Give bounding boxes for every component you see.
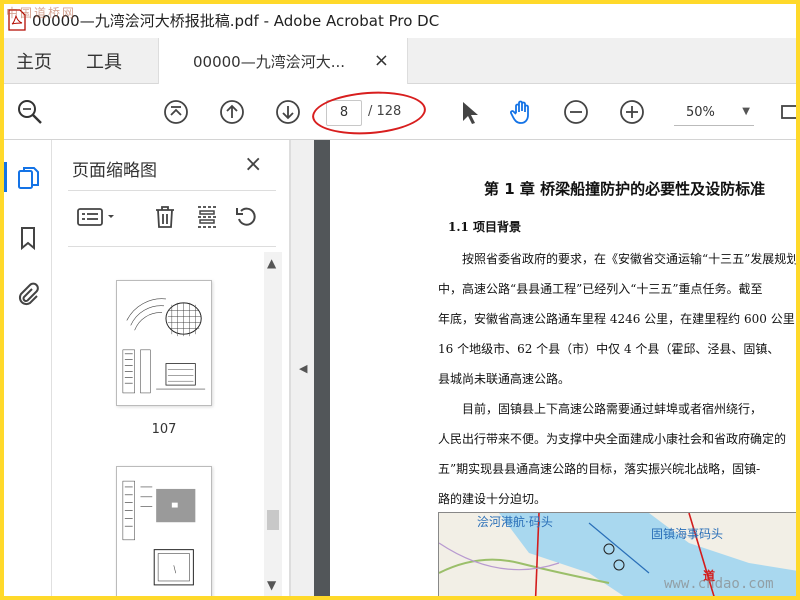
zoom-value: 50% [686, 105, 715, 120]
attachment-icon[interactable] [12, 278, 44, 310]
tab-tools[interactable]: 工具 [86, 38, 122, 84]
map-label: 固镇海事码头 [651, 527, 724, 541]
paragraph-line: 16 个地级市、62 个县（市）中仅 4 个县（霍邱、泾县、固镇、 [438, 342, 780, 356]
chapter-title: 第 1 章 桥梁船撞防护的必要性及设防标准 [484, 180, 766, 198]
page-thumbnails-icon[interactable] [12, 162, 44, 194]
thumbnail-drawing [122, 298, 206, 394]
window-title: 00000—九湾浍河大桥报批稿.pdf - Adobe Acrobat Pro … [32, 11, 440, 30]
next-page-icon[interactable] [272, 96, 304, 128]
thumbnail-options-icon[interactable] [76, 202, 120, 232]
zoom-out-icon[interactable] [560, 96, 592, 128]
map-label: 浍河港航·码头 [477, 515, 553, 529]
paragraph-line: 县城尚未联通高速公路。 [438, 372, 571, 386]
tab-bar: 主页 工具 00000—九湾浍河大... × [4, 38, 796, 85]
tab-home[interactable]: 主页 [16, 38, 52, 84]
hand-icon[interactable] [506, 96, 538, 128]
collapse-left-icon[interactable]: ◀ [299, 362, 307, 375]
scrollbar-thumb[interactable] [267, 510, 279, 530]
trash-icon[interactable] [150, 202, 180, 232]
thumbnail-page[interactable] [116, 280, 212, 406]
annotation-oval [310, 88, 428, 138]
prev-page-icon[interactable] [216, 96, 248, 128]
close-tab-button[interactable]: × [374, 50, 389, 71]
tab-document-label: 00000—九湾浍河大... [193, 53, 346, 71]
rail-active-indicator [4, 162, 7, 192]
paragraph-line: 中，高速公路“县县通工程”已经列入“十三五”重点任务。截至 [438, 282, 763, 296]
paragraph-line: 目前，固镇县上下高速公路需要通过蚌埠或者宿州绕行， [462, 402, 763, 416]
first-page-icon[interactable] [160, 96, 192, 128]
panel-collapse-strip[interactable]: ◀ [290, 140, 314, 596]
zoom-select[interactable]: 50% ▼ [674, 100, 754, 126]
thumbnail-page[interactable] [116, 466, 212, 596]
acrobat-window: 00000—九湾浍河大桥报批稿.pdf - Adobe Acrobat Pro … [4, 4, 796, 596]
left-rail [4, 140, 52, 596]
paragraph-line: 按照省委省政府的要求，在《安徽省交通运输“十三五”发展规划》 [462, 252, 796, 266]
divider [68, 246, 276, 247]
section-title: 1.1 项目背景 [448, 220, 522, 234]
panel-toolbar [68, 198, 276, 238]
document-view[interactable]: 第 1 章 桥梁船撞防护的必要性及设防标准 1.1 项目背景 按照省委省政府的要… [314, 140, 796, 596]
scroll-up-icon[interactable]: ▲ [267, 256, 276, 270]
thumbnails-panel: 页面缩略图 × 107 ▲ ▼ [52, 140, 290, 596]
paragraph-line: 人民出行带来不便。为支撑中央全面建成小康社会和省政府确定的 [438, 432, 787, 446]
scroll-down-icon[interactable]: ▼ [267, 578, 276, 592]
search-icon[interactable] [14, 96, 46, 128]
panel-title: 页面缩略图 [72, 161, 157, 181]
close-panel-button[interactable]: × [244, 152, 262, 177]
main-toolbar: 8 / 128 50% ▼ [4, 84, 796, 140]
more-icon[interactable] [774, 96, 796, 128]
bookmark-icon[interactable] [12, 222, 44, 254]
document-page: 第 1 章 桥梁船撞防护的必要性及设防标准 1.1 项目背景 按照省委省政府的要… [330, 140, 796, 596]
thumbnail-drawing [122, 480, 196, 586]
rotate-icon[interactable] [232, 202, 262, 232]
tab-document[interactable]: 00000—九湾浍河大... × [158, 38, 408, 85]
paragraph-line: 年底，安徽省高速公路通车里程 4246 公里，在建里程约 600 公里， [438, 312, 796, 326]
watermark-bottom: www.cndao.com [664, 576, 774, 592]
extract-pages-icon[interactable] [192, 202, 222, 232]
paragraph-line: 五”期实现县县通高速公路的目标，落实振兴皖北战略，固镇- [438, 462, 761, 476]
thumbnail-label: 107 [151, 422, 177, 437]
zoom-dropdown-icon[interactable]: ▼ [742, 106, 750, 117]
title-bar: 00000—九湾浍河大桥报批稿.pdf - Adobe Acrobat Pro … [4, 4, 796, 36]
zoom-in-icon[interactable] [616, 96, 648, 128]
thumbnail-list: 107 [68, 252, 282, 596]
divider [68, 190, 276, 191]
select-arrow-icon[interactable] [452, 96, 484, 128]
watermark-top: 中国道桥网 [6, 6, 77, 20]
thumbnail-scrollbar[interactable]: ▲ ▼ [264, 252, 282, 596]
paragraph-line: 路的建设十分迫切。 [438, 492, 547, 506]
